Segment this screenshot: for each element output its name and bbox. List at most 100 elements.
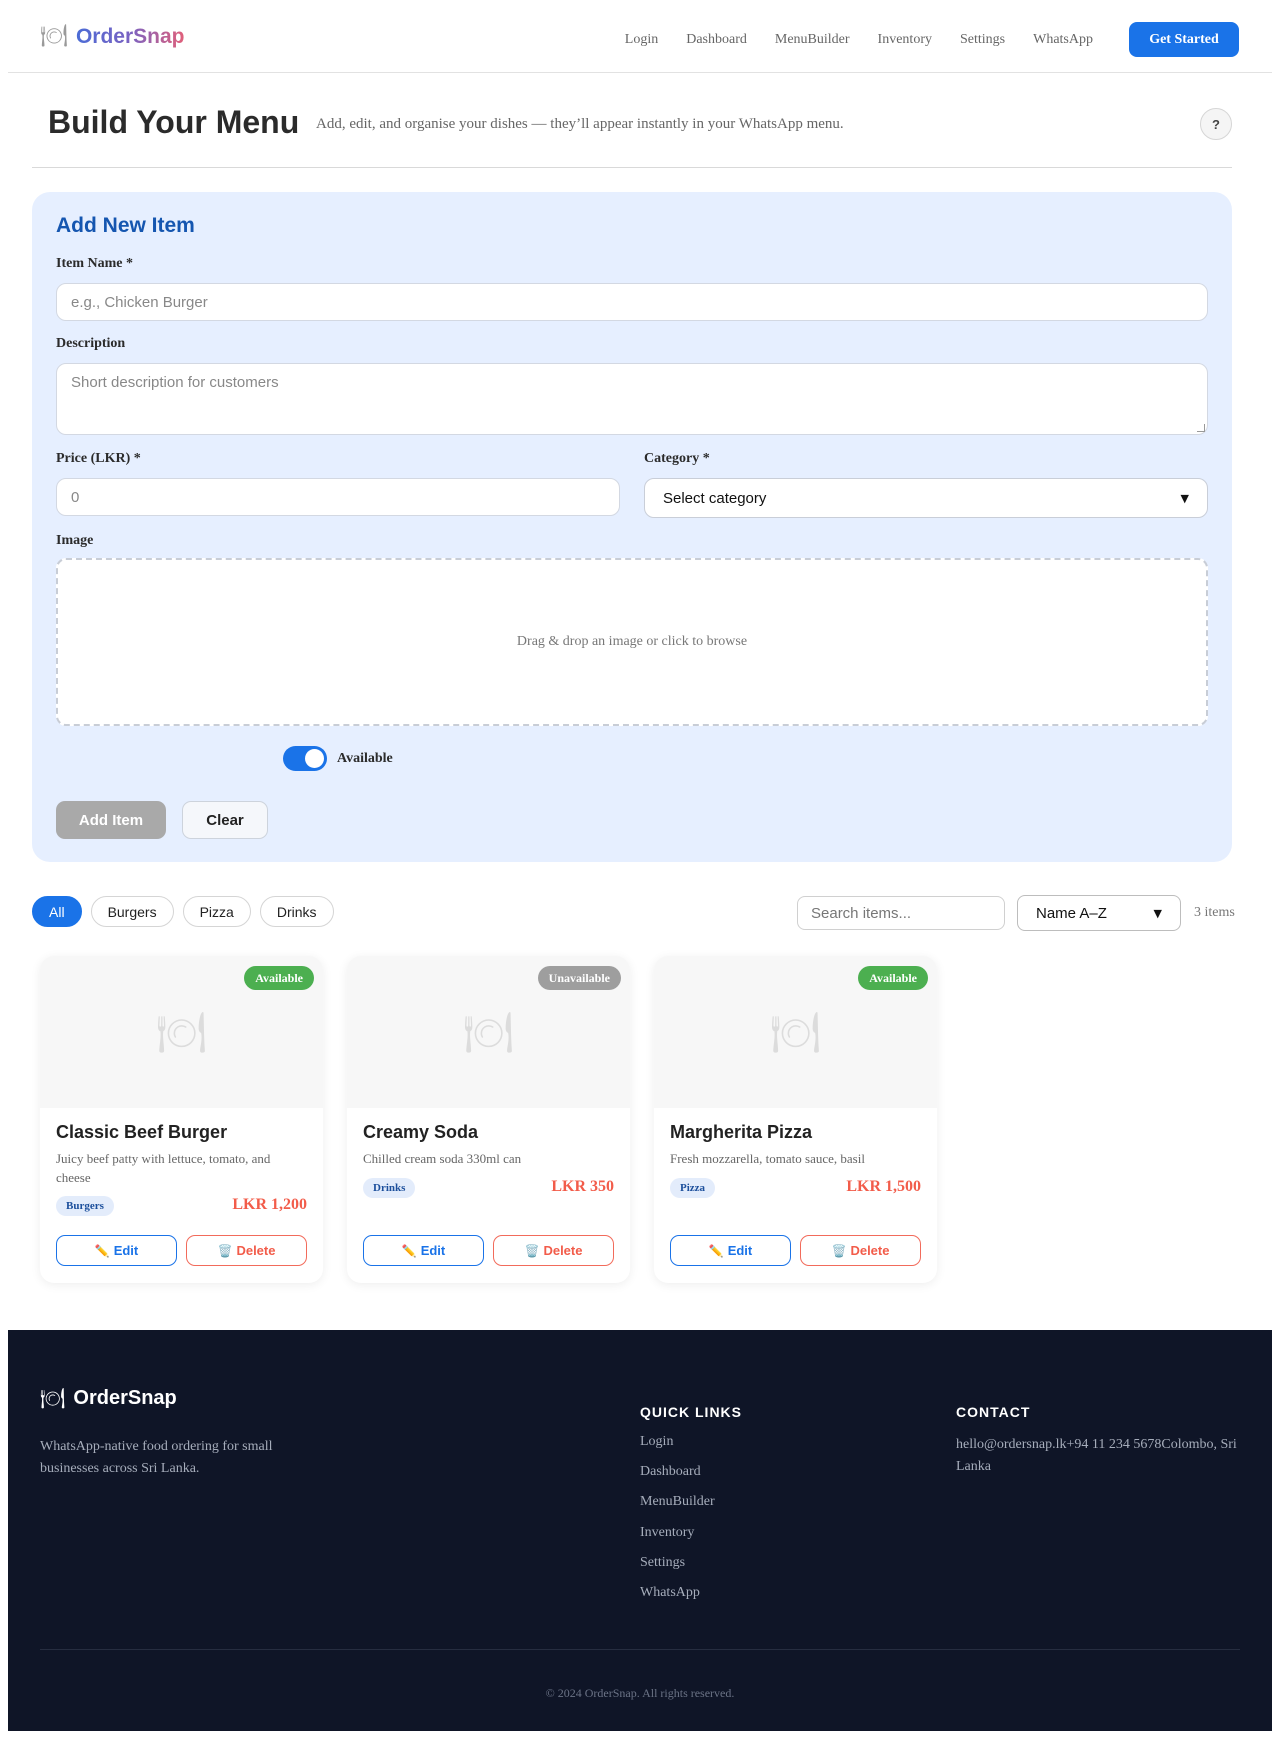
footer-logo[interactable]: 🍽 OrderSnap bbox=[40, 1386, 177, 1410]
footer-divider bbox=[40, 1649, 1240, 1650]
description-label: Description bbox=[56, 336, 126, 351]
footer-link-settings[interactable]: Settings bbox=[640, 1555, 715, 1585]
category-label: Category * bbox=[644, 451, 710, 466]
site-footer: 🍽 OrderSnap WhatsApp-native food orderin… bbox=[8, 1330, 1272, 1731]
description-textarea[interactable]: Short description for customers bbox=[56, 363, 1208, 435]
filter-drinks[interactable]: Drinks bbox=[259, 896, 334, 927]
search-input[interactable]: Search items... bbox=[797, 896, 1005, 930]
logo[interactable]: 🍽 OrderSnap bbox=[40, 24, 184, 49]
item-description: Juicy beef patty with lettuce, tomato, a… bbox=[56, 1151, 271, 1185]
category-tag: Pizza bbox=[670, 1178, 716, 1198]
page-subtitle: Add, edit, and organise your dishes — th… bbox=[316, 116, 844, 132]
item-count: 3 items bbox=[1194, 905, 1235, 920]
item-price: LKR 1,500 bbox=[846, 1178, 921, 1195]
price-input[interactable]: 0 bbox=[56, 478, 620, 516]
item-price: LKR 1,200 bbox=[232, 1196, 307, 1213]
delete-button[interactable]: 🗑️ Delete bbox=[493, 1235, 614, 1266]
form-heading: Add New Item bbox=[56, 214, 195, 237]
delete-button[interactable]: 🗑️ Delete bbox=[800, 1235, 921, 1266]
contact-heading: CONTACT bbox=[956, 1404, 1031, 1420]
footer-link-menubuilder[interactable]: MenuBuilder bbox=[640, 1494, 715, 1524]
filter-all[interactable]: All bbox=[32, 896, 82, 927]
dropzone-text: Drag & drop an image or click to browse bbox=[516, 634, 748, 649]
plate-cutlery-icon: 🍽 bbox=[463, 1009, 514, 1056]
resize-handle-icon[interactable] bbox=[1197, 424, 1205, 432]
pencil-icon: ✏️ bbox=[708, 1244, 724, 1258]
edit-label: Edit bbox=[113, 1243, 139, 1258]
image-dropzone[interactable]: Drag & drop an image or click to browse bbox=[56, 558, 1208, 726]
pencil-icon: ✏️ bbox=[94, 1244, 110, 1258]
contact-details: hello@ordersnap.lk+94 11 234 5678Colombo… bbox=[956, 1437, 1237, 1474]
plate-cutlery-icon: 🍽 bbox=[156, 1009, 207, 1056]
available-toggle[interactable] bbox=[283, 746, 327, 771]
trash-icon: 🗑️ bbox=[831, 1244, 847, 1258]
add-item-button[interactable]: Add Item bbox=[56, 801, 166, 839]
item-name-label: Item Name * bbox=[56, 256, 133, 271]
nav-inventory[interactable]: Inventory bbox=[878, 32, 932, 48]
footer-tagline: WhatsApp-native food ordering for small … bbox=[40, 1439, 273, 1476]
get-started-button[interactable]: Get Started bbox=[1129, 22, 1239, 57]
available-label: Available bbox=[337, 751, 393, 766]
plate-cutlery-icon: 🍽 bbox=[40, 1386, 66, 1410]
add-item-form: Add New Item Item Name * e.g., Chicken B… bbox=[32, 192, 1232, 862]
chevron-down-icon: ▼ bbox=[1180, 491, 1189, 505]
menu-item-card: 🍽 Available Classic Beef Burger Juicy be… bbox=[40, 956, 323, 1283]
trash-icon: 🗑️ bbox=[217, 1244, 233, 1258]
category-filter: All Burgers Pizza Drinks bbox=[32, 896, 334, 927]
edit-label: Edit bbox=[420, 1243, 446, 1258]
edit-button[interactable]: ✏️ Edit bbox=[363, 1235, 484, 1266]
brand-name: OrderSnap bbox=[75, 24, 185, 48]
image-label: Image bbox=[56, 533, 94, 548]
item-price: LKR 350 bbox=[551, 1178, 614, 1195]
description-placeholder: Short description for customers bbox=[71, 374, 279, 391]
delete-button[interactable]: 🗑️ Delete bbox=[186, 1235, 307, 1266]
toggle-knob bbox=[305, 749, 324, 768]
search-placeholder: Search items... bbox=[811, 904, 912, 922]
item-name: Classic Beef Burger bbox=[56, 1122, 228, 1142]
footer-brand: OrderSnap bbox=[73, 1386, 177, 1409]
quick-links-heading: QUICK LINKS bbox=[640, 1404, 742, 1420]
nav-whatsapp[interactable]: WhatsApp bbox=[1033, 32, 1093, 48]
nav-settings[interactable]: Settings bbox=[960, 32, 1005, 48]
edit-button[interactable]: ✏️ Edit bbox=[56, 1235, 177, 1266]
nav-dashboard[interactable]: Dashboard bbox=[686, 32, 747, 48]
footer-link-inventory[interactable]: Inventory bbox=[640, 1525, 715, 1555]
item-name: Creamy Soda bbox=[363, 1122, 479, 1142]
footer-link-dashboard[interactable]: Dashboard bbox=[640, 1464, 715, 1494]
menu-item-card: 🍽 Available Margherita Pizza Fresh mozza… bbox=[654, 956, 937, 1283]
help-button[interactable]: ? bbox=[1200, 108, 1232, 140]
clear-button[interactable]: Clear bbox=[182, 801, 268, 839]
item-name: Margherita Pizza bbox=[670, 1122, 813, 1142]
trash-icon: 🗑️ bbox=[524, 1244, 540, 1258]
pencil-icon: ✏️ bbox=[401, 1244, 417, 1258]
item-name-input[interactable]: e.g., Chicken Burger bbox=[56, 283, 1208, 321]
category-tag: Drinks bbox=[363, 1178, 416, 1198]
filter-pizza[interactable]: Pizza bbox=[182, 896, 251, 927]
menu-item-card: 🍽 Unavailable Creamy Soda Chilled cream … bbox=[347, 956, 630, 1283]
item-description: Fresh mozzarella, tomato sauce, basil bbox=[670, 1151, 865, 1166]
delete-label: Delete bbox=[543, 1243, 583, 1258]
sort-select[interactable]: Name A–Z ▼ bbox=[1017, 895, 1181, 931]
category-select[interactable]: Select category ▼ bbox=[644, 478, 1208, 518]
main-nav: Login Dashboard MenuBuilder Inventory Se… bbox=[625, 22, 1239, 57]
page-title: Build Your Menu bbox=[48, 104, 300, 140]
category-tag: Burgers bbox=[56, 1196, 114, 1216]
sort-value: Name A–Z bbox=[1036, 904, 1107, 922]
edit-label: Edit bbox=[727, 1243, 753, 1258]
copyright: © 2024 OrderSnap. All rights reserved. bbox=[545, 1686, 735, 1700]
item-name-placeholder: e.g., Chicken Burger bbox=[71, 293, 208, 311]
footer-link-whatsapp[interactable]: WhatsApp bbox=[640, 1585, 715, 1615]
nav-menubuilder[interactable]: MenuBuilder bbox=[775, 32, 850, 48]
nav-login[interactable]: Login bbox=[625, 32, 658, 48]
delete-label: Delete bbox=[236, 1243, 276, 1258]
top-navbar: 🍽 OrderSnap Login Dashboard MenuBuilder … bbox=[8, 0, 1272, 73]
filter-burgers[interactable]: Burgers bbox=[90, 896, 174, 927]
plate-cutlery-icon: 🍽 bbox=[770, 1009, 821, 1056]
plate-cutlery-icon: 🍽 bbox=[40, 24, 68, 49]
category-value: Select category bbox=[663, 489, 767, 507]
status-badge: Available bbox=[858, 966, 928, 990]
edit-button[interactable]: ✏️ Edit bbox=[670, 1235, 791, 1266]
chevron-down-icon: ▼ bbox=[1153, 906, 1162, 920]
quick-links: Login Dashboard MenuBuilder Inventory Se… bbox=[640, 1434, 715, 1615]
footer-link-login[interactable]: Login bbox=[640, 1434, 715, 1464]
